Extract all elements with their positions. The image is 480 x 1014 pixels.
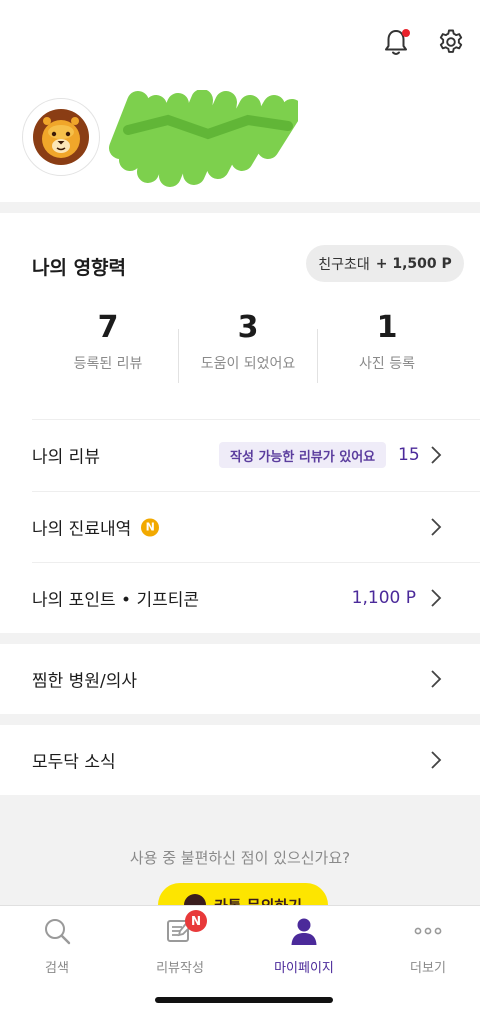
kakao-inquiry-label: 카톡 문의하기 (214, 895, 302, 906)
menu-my-points[interactable]: 나의 포인트 • 기프티콘 1,100 P (0, 563, 480, 633)
menu-my-reviews[interactable]: 나의 리뷰 작성 가능한 리뷰가 있어요 15 (0, 420, 480, 490)
points-value: 1,100 P (351, 588, 416, 608)
tab-more[interactable]: 더보기 (368, 914, 480, 982)
chevron-right-icon (431, 751, 442, 769)
stat-photos: 1 사진 등록 (317, 309, 457, 373)
kakao-talk-icon (183, 894, 206, 905)
stat-helpful: 3 도움이 되었어요 (178, 309, 318, 373)
avatar[interactable] (22, 98, 100, 176)
influence-title: 나의 영향력 (32, 257, 127, 279)
section-divider (0, 714, 480, 725)
home-indicator (155, 997, 333, 1003)
gear-icon[interactable] (435, 26, 467, 58)
stat-value: 1 (376, 310, 398, 345)
kakao-inquiry-button[interactable]: 카톡 문의하기 (158, 883, 328, 905)
redacted-name-scribble (109, 90, 298, 187)
invite-friends-button[interactable]: 친구초대 + 1,500 P (306, 245, 464, 282)
bell-icon[interactable] (380, 26, 412, 58)
person-icon (287, 914, 321, 948)
chevron-right-icon (431, 446, 442, 464)
new-badge: N (141, 518, 160, 536)
tab-label: 리뷰작성 (156, 961, 204, 976)
search-icon (40, 914, 74, 948)
menu-label: 나의 진료내역 (32, 519, 132, 540)
stat-label: 등록된 리뷰 (73, 356, 143, 372)
stat-label: 사진 등록 (359, 356, 415, 372)
gear-icon-svg (439, 29, 463, 53)
notification-dot (402, 29, 410, 37)
menu-label: 나의 포인트 • 기프티콘 (32, 590, 199, 611)
chevron-right-icon (431, 670, 442, 688)
tab-label: 더보기 (410, 961, 446, 976)
top-bar (0, 0, 480, 90)
stat-registered-reviews: 7 등록된 리뷰 (38, 309, 178, 373)
more-icon (411, 914, 445, 948)
new-badge: N (185, 910, 207, 932)
review-count: 15 (398, 445, 420, 465)
tab-label: 마이페이지 (274, 961, 334, 976)
bottom-tab-bar: 검색 N 리뷰작성 마이페이지 더보기 (0, 905, 480, 1014)
section-divider (0, 633, 480, 644)
lion-icon (33, 109, 89, 165)
stat-label: 도움이 되었어요 (200, 356, 296, 372)
menu-label: 나의 리뷰 (32, 447, 100, 468)
tab-label: 검색 (45, 961, 69, 976)
stat-value: 3 (237, 310, 259, 345)
menu-news[interactable]: 모두닥 소식 (0, 725, 480, 795)
menu-my-treatments[interactable]: 나의 진료내역 N (0, 492, 480, 562)
menu-favorites[interactable]: 찜한 병원/의사 (0, 644, 480, 714)
tab-search[interactable]: 검색 (0, 914, 117, 982)
invite-label: 친구초대 (318, 256, 370, 273)
menu-label: 찜한 병원/의사 (32, 671, 137, 692)
section-divider (0, 202, 480, 213)
tab-my-page[interactable]: 마이페이지 (244, 914, 364, 982)
writable-review-badge: 작성 가능한 리뷰가 있어요 (219, 442, 387, 468)
menu-label: 모두닥 소식 (32, 752, 116, 773)
stat-value: 7 (97, 310, 119, 345)
support-area: 사용 중 불편하신 점이 있으신가요? 카톡 문의하기 (0, 795, 480, 905)
write-review-icon: N (163, 910, 207, 948)
profile-section (0, 90, 480, 202)
tab-write-review[interactable]: N 리뷰작성 (120, 910, 240, 982)
chevron-right-icon (431, 589, 442, 607)
invite-amount: + 1,500 P (375, 255, 452, 272)
support-question: 사용 중 불편하신 점이 있으신가요? (129, 849, 351, 867)
chevron-right-icon (431, 518, 442, 536)
influence-section: 나의 영향력 친구초대 + 1,500 P 7 등록된 리뷰 3 도움이 되었어… (0, 213, 480, 419)
menu-label-wrap: 나의 진료내역 N (32, 515, 160, 540)
